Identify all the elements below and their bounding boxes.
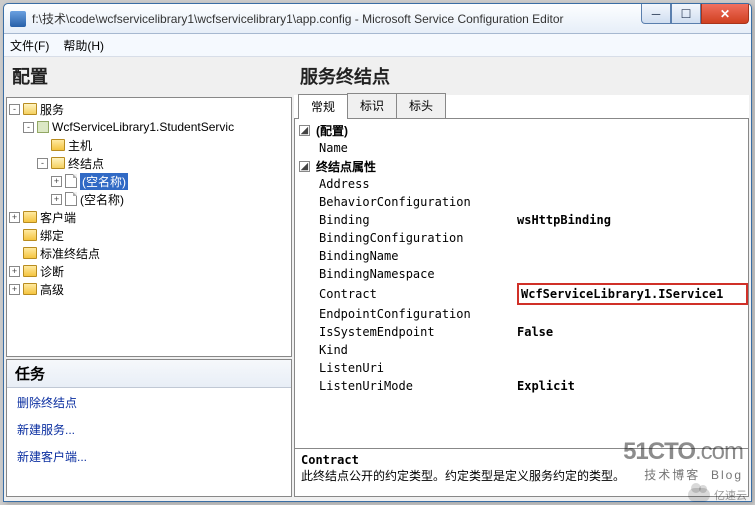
tree-adv[interactable]: 高级 [40,281,64,298]
tree-endpoint-selected[interactable]: (空名称) [80,173,128,190]
folder-icon [23,283,37,295]
tree-host[interactable]: 主机 [68,137,92,154]
tree-standard-endpoints[interactable]: 标准终结点 [40,245,100,262]
prop-contract-value[interactable]: WcfServiceLibrary1.IService1 [517,283,748,305]
prop-issystemendpoint-label[interactable]: IsSystemEndpoint [295,325,517,339]
prop-contract-label[interactable]: Contract [295,287,517,301]
prop-kind-label[interactable]: Kind [295,343,517,357]
tasks-header: 任务 [7,360,291,388]
menu-help[interactable]: 帮助(H) [63,37,104,54]
tabs: 常规 标识 标头 [294,95,749,119]
prop-name-label[interactable]: Name [295,141,517,155]
tree-services[interactable]: 服务 [40,101,64,118]
prop-binding-value[interactable]: wsHttpBinding [517,213,748,227]
expand-icon[interactable]: + [9,266,20,277]
window-buttons: ─ ☐ ✕ [641,4,749,24]
app-icon [10,11,26,27]
service-icon [37,121,49,133]
prop-bindingnamespace-label[interactable]: BindingNamespace [295,267,517,281]
expand-icon[interactable]: + [9,284,20,295]
collapse-icon[interactable]: - [9,104,20,115]
collapse-icon[interactable]: - [23,122,34,133]
client-area: 配置 -服务 -WcfServiceLibrary1.StudentServic… [4,57,751,499]
prop-behaviorconfig-label[interactable]: BehaviorConfiguration [295,195,517,209]
prop-bindingconfig-label[interactable]: BindingConfiguration [295,231,517,245]
prop-listenurimode-label[interactable]: ListenUriMode [295,379,517,393]
prop-listenurimode-value[interactable]: Explicit [517,379,748,393]
tab-identity[interactable]: 标识 [347,93,397,118]
folder-icon [51,139,65,151]
tab-general[interactable]: 常规 [298,94,348,119]
menu-file[interactable]: 文件(F) [10,37,49,54]
minimize-button[interactable]: ─ [641,4,671,24]
folder-icon [23,247,37,259]
folder-icon [51,157,65,169]
prop-issystemendpoint-value[interactable]: False [517,325,748,339]
page-icon [65,192,77,206]
maximize-button[interactable]: ☐ [671,4,701,24]
folder-icon [23,103,37,115]
property-grid[interactable]: ◢ (配置) Name ◢ 终结点属性 Address BehaviorConfig… [295,119,748,434]
titlebar[interactable]: f:\技术\code\wcfservicelibrary1\wcfservice… [4,4,751,34]
close-button[interactable]: ✕ [701,4,749,24]
prop-endpointconfig-label[interactable]: EndpointConfiguration [295,307,517,321]
left-panel: 配置 -服务 -WcfServiceLibrary1.StudentServic… [6,59,292,497]
tree-endpoint[interactable]: (空名称) [80,191,124,208]
page-icon [65,174,77,188]
folder-icon [23,265,37,277]
window-title: f:\技术\code\wcfservicelibrary1\wcfservice… [32,10,641,27]
right-panel: 服务终结点 常规 标识 标头 ◢ (配置) Name ◢ 终结点属性 Address… [294,59,749,497]
watermark-51cto: 51CTO.com 技术博客 Blog [623,438,743,483]
config-tree[interactable]: -服务 -WcfServiceLibrary1.StudentServic 主机… [6,97,292,357]
collapse-icon[interactable]: ◢ [299,161,310,172]
folder-icon [23,211,37,223]
prop-bindingname-label[interactable]: BindingName [295,249,517,263]
folder-icon [23,229,37,241]
expand-icon[interactable]: + [51,176,62,187]
tree-client[interactable]: 客户端 [40,209,76,226]
prop-binding-label[interactable]: Binding [295,213,517,227]
tasks-panel: 任务 删除终结点 新建服务... 新建客户端... [6,359,292,497]
category-endpoint-attrs: 终结点属性 [316,158,376,175]
config-header: 配置 [6,59,292,95]
task-new-service[interactable]: 新建服务... [17,421,281,438]
tree-diag[interactable]: 诊断 [40,263,64,280]
expand-icon[interactable]: + [9,212,20,223]
tree-service-item[interactable]: WcfServiceLibrary1.StudentServic [52,120,234,134]
tab-headers[interactable]: 标头 [396,93,446,118]
endpoint-header: 服务终结点 [294,59,749,95]
collapse-icon[interactable]: ◢ [299,125,310,136]
watermark-yisu: 亿速云 [688,487,747,503]
task-new-client[interactable]: 新建客户端... [17,448,281,465]
tree-binding[interactable]: 绑定 [40,227,64,244]
prop-address-label[interactable]: Address [295,177,517,191]
tree-endpoints[interactable]: 终结点 [68,155,104,172]
app-window: f:\技术\code\wcfservicelibrary1\wcfservice… [3,3,752,502]
task-delete-endpoint[interactable]: 删除终结点 [17,394,281,411]
menubar: 文件(F) 帮助(H) [4,34,751,57]
prop-listenuri-label[interactable]: ListenUri [295,361,517,375]
expand-icon[interactable]: + [51,194,62,205]
collapse-icon[interactable]: - [37,158,48,169]
category-config: (配置) [316,122,348,139]
cloud-icon [688,488,710,502]
